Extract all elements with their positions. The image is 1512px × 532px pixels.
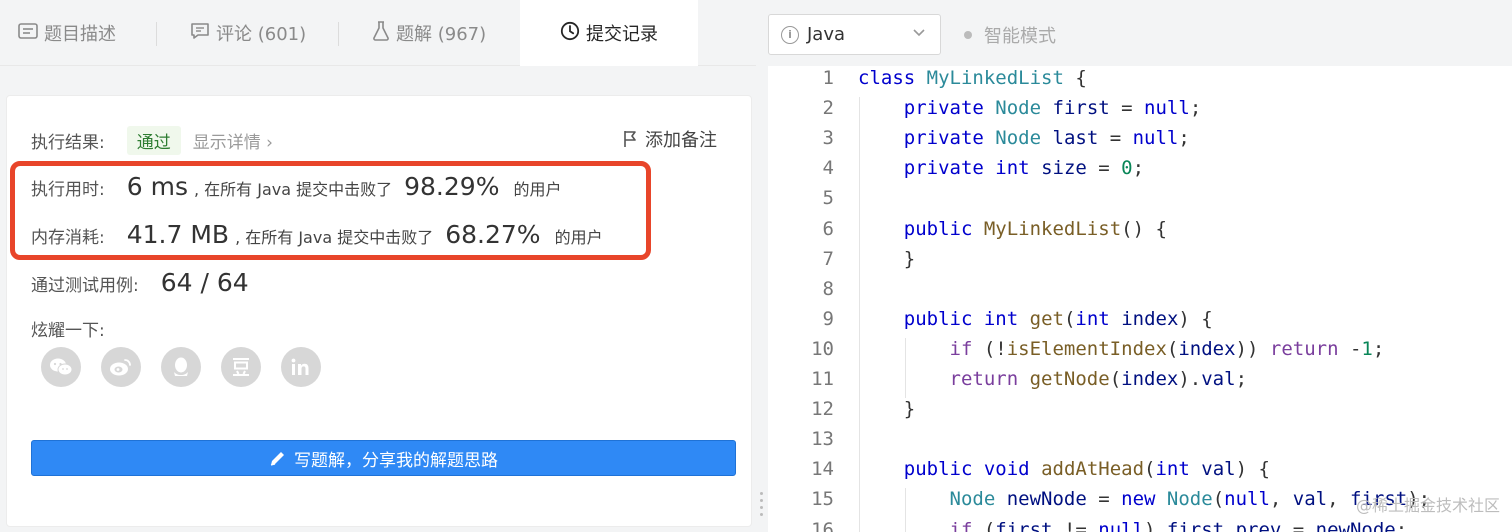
line-number: 14: [811, 458, 834, 481]
info-icon: i: [781, 25, 799, 44]
weibo-icon[interactable]: [101, 347, 141, 387]
editor-toolbar: i Java 智能模式: [768, 0, 1512, 66]
flag-icon: [623, 130, 637, 148]
write-solution-button[interactable]: 写题解，分享我的解题思路: [31, 440, 736, 476]
line-number: 3: [822, 127, 834, 150]
line-number: 8: [822, 277, 834, 300]
submission-result-card: 执行结果: 通过 显示详情 › 添加备注 执行用时: 6 ms , 在所有 Ja…: [6, 95, 752, 527]
code-line: private Node last = null;: [903, 127, 1190, 150]
line-number: 2: [822, 97, 834, 120]
line-number: 10: [811, 337, 834, 360]
pencil-icon: [269, 450, 286, 467]
highlight-box: [10, 161, 651, 260]
tab-comments[interactable]: 评论 (601): [190, 0, 306, 66]
tab-bar: 题目描述 评论 (601) 题解 (967) 提交记录: [0, 0, 756, 66]
line-number: 6: [822, 217, 834, 240]
comment-icon: [190, 22, 210, 45]
left-pane: 题目描述 评论 (601) 题解 (967) 提交记录 执行结果: 通过 显示详…: [0, 0, 756, 532]
indent-guide: [859, 97, 860, 532]
line-number: 11: [811, 368, 834, 390]
tab-description[interactable]: 题目描述: [18, 0, 116, 66]
code-line: }: [858, 247, 916, 270]
code-line: Node newNode = new Node(null, val, first…: [949, 488, 1431, 511]
code-line: private Node first = null;: [903, 97, 1202, 120]
line-number: 13: [811, 428, 834, 451]
indent-guide: [905, 488, 906, 532]
code-line: if (!isElementIndex(index)) return -1;: [949, 337, 1385, 360]
share-row: 炫耀一下:: [31, 316, 105, 341]
tab-submissions-label: 提交记录: [586, 24, 658, 45]
clock-icon: [560, 21, 580, 46]
add-note-label: 添加备注: [645, 130, 717, 151]
smart-mode-toggle[interactable]: 智能模式: [964, 22, 1056, 48]
pane-resize-handle[interactable]: [758, 488, 764, 532]
line-number: 7: [822, 247, 834, 270]
code-line: if (first != null) first.prev = newNode;: [949, 518, 1408, 532]
result-label: 执行结果:: [31, 133, 105, 153]
tests-value: 64 / 64: [160, 268, 249, 297]
mode-dot-icon: [964, 31, 972, 39]
tests-label: 通过测试用例:: [31, 276, 139, 296]
line-number: 5: [822, 187, 834, 210]
show-detail-link[interactable]: 显示详情 ›: [193, 128, 273, 153]
tab-submissions[interactable]: 提交记录: [520, 0, 698, 66]
line-number: 15: [811, 488, 834, 511]
language-select[interactable]: i Java: [768, 14, 941, 55]
watermark: @稀土掘金技术社区: [1355, 496, 1500, 515]
code-line: private int size = 0;: [903, 157, 1145, 180]
write-solution-label: 写题解，分享我的解题思路: [294, 450, 498, 471]
tab-solutions[interactable]: 题解 (967): [372, 0, 486, 66]
description-icon: [18, 22, 38, 45]
line-number: 16: [811, 518, 834, 532]
qq-icon[interactable]: [161, 347, 201, 387]
chevron-down-icon: [912, 25, 926, 43]
wechat-icon[interactable]: [41, 347, 81, 387]
tests-row: 通过测试用例: 64 / 64: [31, 268, 249, 297]
tab-description-label: 题目描述: [44, 24, 116, 45]
flask-icon: [372, 20, 390, 46]
code-line: }: [858, 398, 916, 421]
indent-guide: [905, 337, 906, 399]
editor-pane: i Java 智能模式 1 class MyLinkedList { 2 priva…: [768, 0, 1512, 532]
line-number: 12: [811, 398, 834, 421]
code-line: public MyLinkedList() {: [903, 217, 1167, 240]
douban-icon[interactable]: [221, 347, 261, 387]
share-label: 炫耀一下:: [31, 321, 105, 341]
code-line: return getNode(index).val;: [949, 368, 1248, 390]
language-value: Java: [807, 24, 846, 45]
code-editor[interactable]: 1 class MyLinkedList { 2 private Node firs…: [768, 66, 1512, 532]
tab-comments-label: 评论 (601): [216, 24, 307, 45]
smart-mode-label: 智能模式: [984, 26, 1056, 47]
add-note-button[interactable]: 添加备注: [623, 126, 717, 152]
code-line: public void addAtHead(int val) {: [903, 458, 1270, 481]
code-line: class MyLinkedList {: [858, 67, 1087, 89]
code-line: public int get(int index) {: [903, 307, 1213, 330]
tab-divider: [156, 22, 157, 46]
line-number: 1: [822, 67, 834, 89]
linkedin-icon[interactable]: [281, 347, 321, 387]
tab-solutions-label: 题解 (967): [396, 24, 487, 45]
status-badge: 通过: [126, 126, 181, 155]
result-row: 执行结果: 通过 显示详情 ›: [31, 126, 273, 155]
line-number: 9: [822, 307, 834, 330]
tab-divider: [338, 22, 339, 46]
line-number: 4: [822, 157, 834, 180]
